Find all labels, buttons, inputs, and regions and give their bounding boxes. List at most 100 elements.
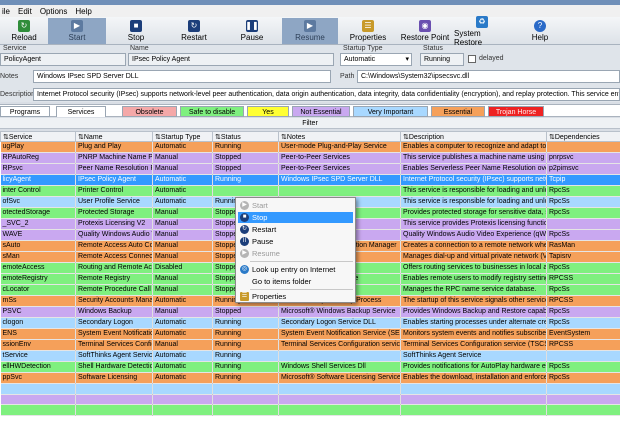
properties-icon: ☰ bbox=[240, 292, 249, 301]
menu-options[interactable]: Options bbox=[40, 7, 68, 16]
cell-name bbox=[75, 394, 153, 406]
filter-trojan-horse[interactable]: Trojan Horse bbox=[488, 106, 544, 117]
table-row[interactable]: ugPlay Plug and Play Automatic Running User-… bbox=[0, 141, 620, 153]
notes-field[interactable]: Windows IPsec SPD Server DLL bbox=[33, 70, 331, 83]
cell-service: ugPlay bbox=[0, 141, 76, 153]
restore-point-label: Restore Point bbox=[400, 33, 450, 42]
context-go-to-folder[interactable]: Go to items folder bbox=[238, 276, 353, 287]
table-row[interactable]: PSVC Windows Backup Manual Stopped Microsoft… bbox=[0, 306, 620, 318]
startup-type-select[interactable]: Automatic ▾ bbox=[340, 53, 412, 66]
context-properties[interactable]: ☰ Properties bbox=[238, 291, 353, 302]
service-field[interactable]: PolicyAgent bbox=[0, 53, 126, 66]
reload-button[interactable]: ↻ Reload bbox=[2, 18, 46, 44]
table-row[interactable]: ssionEnvTerminal Services ConfiguratiMan… bbox=[0, 339, 620, 351]
globe-icon: ◎ bbox=[240, 265, 249, 274]
path-field[interactable]: C:\Windows\System32\ipsecsvc.dll bbox=[357, 70, 620, 83]
restart-icon: ↻ bbox=[188, 20, 200, 32]
column-header-service[interactable]: ⇅Service bbox=[0, 131, 76, 142]
cell-description: This service provides Protexis licensing… bbox=[400, 218, 547, 230]
filter-row[interactable]: Filter bbox=[0, 118, 620, 129]
cell-status: Stopped bbox=[212, 306, 279, 318]
startup-type-value: Automatic bbox=[344, 56, 376, 63]
cell-startup-type: Manual bbox=[152, 152, 213, 164]
column-header-description[interactable]: ⇅Description bbox=[400, 131, 547, 142]
filter-not-essential[interactable]: Not Essential bbox=[292, 106, 350, 117]
tab-services[interactable]: Services bbox=[56, 106, 106, 117]
cell-startup-type: Manual bbox=[152, 273, 213, 285]
cell-notes: User-mode Plug-and-Play Service bbox=[278, 141, 401, 153]
table-row[interactable] bbox=[0, 394, 620, 406]
column-header-dependencies[interactable]: ⇅Dependencies bbox=[546, 131, 620, 142]
cell-service: sMan bbox=[0, 251, 76, 263]
menu-help[interactable]: Help bbox=[75, 7, 91, 16]
pause-label: Pause bbox=[240, 33, 264, 42]
cell-startup-type: Manual bbox=[152, 284, 213, 296]
system-restore-icon: ♻ bbox=[476, 15, 488, 28]
table-row[interactable]: RPAutoRegPNRP Machine Name PublicatiManu… bbox=[0, 152, 620, 164]
cell-status bbox=[212, 185, 279, 197]
cell-name: IPsec Policy Agent bbox=[75, 174, 153, 186]
filter-very-important[interactable]: Very Important bbox=[353, 106, 428, 117]
restart-button[interactable]: ↻ Restart bbox=[166, 18, 222, 44]
pause-button[interactable]: ❚❚ Pause bbox=[224, 18, 280, 44]
filter-obsolete[interactable]: Obsolete bbox=[122, 106, 177, 117]
menu-file[interactable]: ile bbox=[2, 7, 10, 16]
resume-button[interactable]: ▶ Resume bbox=[282, 18, 338, 44]
cell-dependencies bbox=[546, 218, 620, 230]
cell-startup-type: Manual bbox=[152, 240, 213, 252]
tab-programs[interactable]: Programs bbox=[0, 106, 50, 117]
cell-startup-type: Automatic bbox=[152, 361, 213, 373]
system-restore-button[interactable]: ♻ System Restore bbox=[454, 15, 510, 47]
context-start[interactable]: ▶ Start bbox=[238, 200, 353, 211]
column-header-startup-type[interactable]: ⇅Startup Type bbox=[152, 131, 213, 142]
menu-edit[interactable]: Edit bbox=[18, 7, 32, 16]
cell-dependencies: RpcSs bbox=[546, 207, 620, 219]
cell-description: SoftThinks Agent Service bbox=[400, 350, 547, 362]
table-row[interactable]: ENSSystem Event Notification SeAutomatic… bbox=[0, 328, 620, 340]
restore-point-button[interactable]: ◉ Restore Point bbox=[398, 18, 452, 44]
context-resume[interactable]: ▶ Resume bbox=[238, 248, 353, 259]
cell-name: SoftThinks Agent Service bbox=[75, 350, 153, 362]
table-row[interactable]: licyAgent IPsec Policy Agent Automatic Runn… bbox=[0, 174, 620, 186]
column-header-name[interactable]: ⇅Name bbox=[75, 131, 153, 142]
help-button[interactable]: ? Help bbox=[512, 18, 568, 44]
help-icon: ? bbox=[534, 20, 546, 32]
cell-startup-type bbox=[152, 383, 213, 395]
filter-essential[interactable]: Essential bbox=[431, 106, 485, 117]
table-row[interactable]: RPsvcPeer Name Resolution ProtocManualSt… bbox=[0, 163, 620, 175]
context-pause[interactable]: II Pause bbox=[238, 236, 353, 247]
system-restore-label: System Restore bbox=[454, 28, 483, 47]
cell-status: Running bbox=[212, 361, 279, 373]
context-restart[interactable]: ↻ Restart bbox=[238, 224, 353, 235]
context-lookup-internet[interactable]: ◎ Look up entry on Internet bbox=[238, 264, 353, 275]
context-stop[interactable]: ■ Stop bbox=[238, 212, 353, 223]
cell-service: licyAgent bbox=[0, 174, 76, 186]
cell-startup-type: Disabled bbox=[152, 262, 213, 274]
column-header-notes[interactable]: ⇅Notes bbox=[278, 131, 401, 142]
table-row[interactable]: tService SoftThinks Agent Service Automati… bbox=[0, 350, 620, 362]
cell-description: This service publishes a machine name us… bbox=[400, 152, 547, 164]
properties-button[interactable]: ☰ Properties bbox=[340, 18, 396, 44]
table-row[interactable]: inter Control Printer Control Automatic Thi… bbox=[0, 185, 620, 197]
table-row[interactable] bbox=[0, 404, 620, 416]
stop-button[interactable]: ■ Stop bbox=[108, 18, 164, 44]
table-row[interactable]: ppSvc Software Licensing Automatic Running M… bbox=[0, 372, 620, 384]
name-field[interactable]: IPsec Policy Agent bbox=[128, 53, 334, 66]
menu-separator bbox=[250, 261, 353, 262]
menu-separator bbox=[250, 289, 353, 290]
delayed-checkbox[interactable] bbox=[468, 55, 476, 63]
filter-yes[interactable]: Yes bbox=[247, 106, 289, 117]
cell-description: Terminal Services Configuration service … bbox=[400, 339, 547, 351]
start-button[interactable]: ▶ Start bbox=[48, 18, 106, 44]
description-field[interactable]: Internet Protocol security (IPsec) suppo… bbox=[33, 88, 620, 101]
column-header-status[interactable]: ⇅Status bbox=[212, 131, 279, 142]
filter-safe-to-disable[interactable]: Safe to disable bbox=[180, 106, 244, 117]
menu-bar: ile Edit Options Help bbox=[0, 5, 620, 17]
table-row[interactable]: clogon Secondary Logon Automatic Running Sec… bbox=[0, 317, 620, 329]
table-row[interactable] bbox=[0, 383, 620, 395]
cell-service bbox=[0, 383, 76, 395]
cell-description: Enables Serverless Peer Name Resolution … bbox=[400, 163, 547, 175]
cell-name bbox=[75, 404, 153, 416]
table-row[interactable]: ellHWDetection Shell Hardware Detection Au… bbox=[0, 361, 620, 373]
status-field[interactable]: Running bbox=[420, 53, 464, 66]
